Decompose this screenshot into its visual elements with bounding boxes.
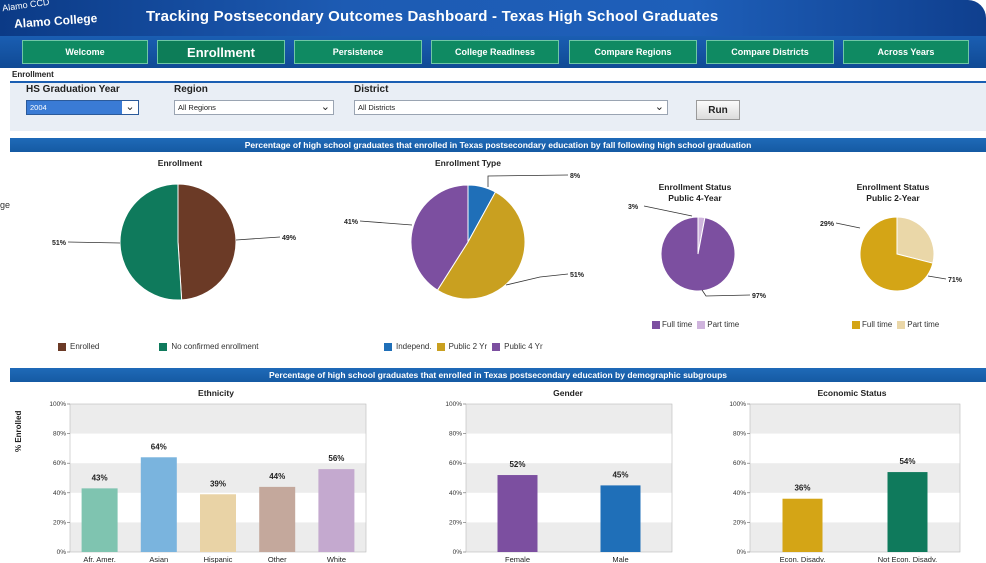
bar xyxy=(600,485,641,552)
grid-band xyxy=(750,463,960,493)
category-label: Not Econ. Disadv. xyxy=(878,555,937,563)
y-tick-label: 0% xyxy=(57,549,67,556)
bar-value-label: 52% xyxy=(509,460,525,469)
category-label: Econ. Disadv. xyxy=(780,555,826,563)
y-tick-label: 80% xyxy=(733,431,746,438)
bar xyxy=(81,488,118,552)
y-tick-label: 0% xyxy=(453,549,463,556)
bar-value-label: 45% xyxy=(612,470,628,479)
bar-value-label: 56% xyxy=(328,454,344,463)
y-tick-label: 80% xyxy=(53,431,66,438)
bar-value-label: 44% xyxy=(269,472,285,481)
bar xyxy=(318,469,355,552)
y-tick-label: 60% xyxy=(449,460,462,467)
bar-value-label: 54% xyxy=(899,457,915,466)
y-tick-label: 60% xyxy=(733,460,746,467)
y-tick-label: 20% xyxy=(449,519,462,526)
y-tick-label: 20% xyxy=(733,519,746,526)
y-tick-label: 100% xyxy=(445,401,462,408)
y-tick-label: 40% xyxy=(53,490,66,497)
bar-value-label: 39% xyxy=(210,479,226,488)
grid-band xyxy=(70,404,366,434)
dashboard-window: Alamo CCD Alamo College Tracking Postsec… xyxy=(0,0,986,563)
y-tick-label: 20% xyxy=(53,519,66,526)
bar xyxy=(200,494,236,552)
y-tick-label: 100% xyxy=(49,401,66,408)
bar xyxy=(497,475,538,552)
bar-value-label: 36% xyxy=(794,484,810,493)
category-label: Female xyxy=(505,555,530,563)
category-label: Hispanic xyxy=(204,555,233,563)
bar xyxy=(140,457,177,552)
grid-band xyxy=(466,522,672,552)
grid-band xyxy=(466,404,672,434)
category-label: Other xyxy=(268,555,287,563)
y-tick-label: 60% xyxy=(53,460,66,467)
bar-charts-canvas: 0% 20% 40% 60% 80% 100% 43% Afr. Amer. 64% Asian 3… xyxy=(49,401,961,563)
category-label: Asian xyxy=(149,555,168,563)
y-tick-label: 40% xyxy=(733,490,746,497)
grid-band xyxy=(750,404,960,434)
grid-band xyxy=(750,522,960,552)
bar xyxy=(259,486,296,552)
y-tick-label: 40% xyxy=(449,490,462,497)
grid-band xyxy=(466,463,672,493)
y-tick-label: 100% xyxy=(729,401,746,408)
y-tick-label: 0% xyxy=(737,549,747,556)
category-label: Afr. Amer. xyxy=(83,555,116,563)
y-tick-label: 80% xyxy=(449,431,462,438)
bar-value-label: 43% xyxy=(92,473,108,482)
bar xyxy=(887,472,928,552)
bar xyxy=(782,498,823,552)
bar-value-label: 64% xyxy=(151,442,167,451)
category-label: Male xyxy=(612,555,628,563)
category-label: White xyxy=(327,555,346,563)
